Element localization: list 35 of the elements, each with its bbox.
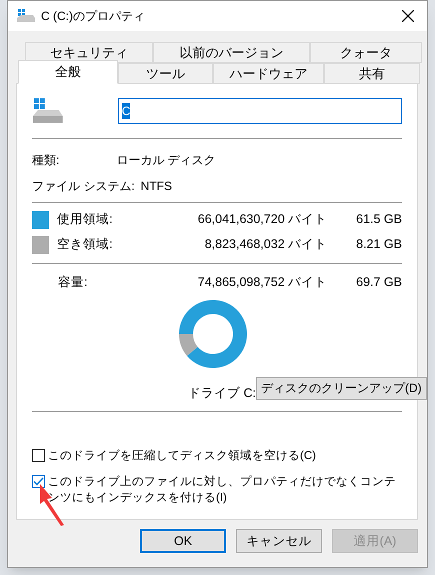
tab[interactable]: ツール — [118, 63, 213, 84]
name-field[interactable]: C — [118, 98, 402, 124]
info-value: NTFS — [140, 178, 172, 195]
info-label: ファイル システム: — [32, 178, 135, 195]
option-label: このドライブを圧縮してディスク領域を空ける(C) — [48, 448, 317, 464]
donut-chart-drawing — [179, 300, 247, 368]
size-value: 69.7 GB — [356, 274, 402, 291]
tab[interactable]: ハードウェア — [213, 63, 324, 84]
window-title: C (C:)のプロパティ — [41, 8, 145, 25]
checkbox[interactable] — [32, 474, 45, 488]
size-value: 8.21 GB — [356, 236, 402, 254]
tab[interactable]: 共有 — [324, 63, 420, 84]
byte-count: 74,865,098,752 バイト — [196, 274, 328, 291]
option-label: このドライブ上のファイルに対し、プロパティだけでなくコンテンツにもインデックスを付ける(I) — [48, 474, 397, 506]
field-value: C — [122, 103, 130, 119]
tab[interactable]: クォータ — [310, 42, 422, 63]
usage-label: 空き領域: — [57, 236, 114, 254]
info-label: 種類: — [32, 152, 60, 169]
tab[interactable]: 以前のバージョン — [153, 42, 310, 63]
byte-count: 8,823,468,032 バイト — [204, 236, 328, 254]
drive-label: ドライブ C: — [188, 385, 256, 402]
dialog-button[interactable]: キャンセル — [236, 529, 322, 553]
tab[interactable]: セキュリティ — [25, 42, 153, 63]
tab[interactable]: 全般 — [18, 60, 118, 84]
size-value: 61.5 GB — [356, 211, 402, 228]
capacity-label: 容量: — [58, 274, 88, 291]
drive-icon — [17, 9, 35, 23]
dialog-button[interactable]: OK — [140, 529, 226, 553]
drive-icon — [33, 98, 63, 124]
byte-count: 66,041,630,720 バイト — [196, 211, 328, 228]
cleanup-button[interactable]: ディスクのクリーンアップ(D) — [256, 376, 427, 400]
info-value: ローカル ディスク — [116, 152, 216, 169]
usage-label: 使用領域: — [57, 211, 114, 228]
close-icon[interactable] — [402, 10, 414, 22]
checkbox[interactable] — [32, 448, 45, 462]
